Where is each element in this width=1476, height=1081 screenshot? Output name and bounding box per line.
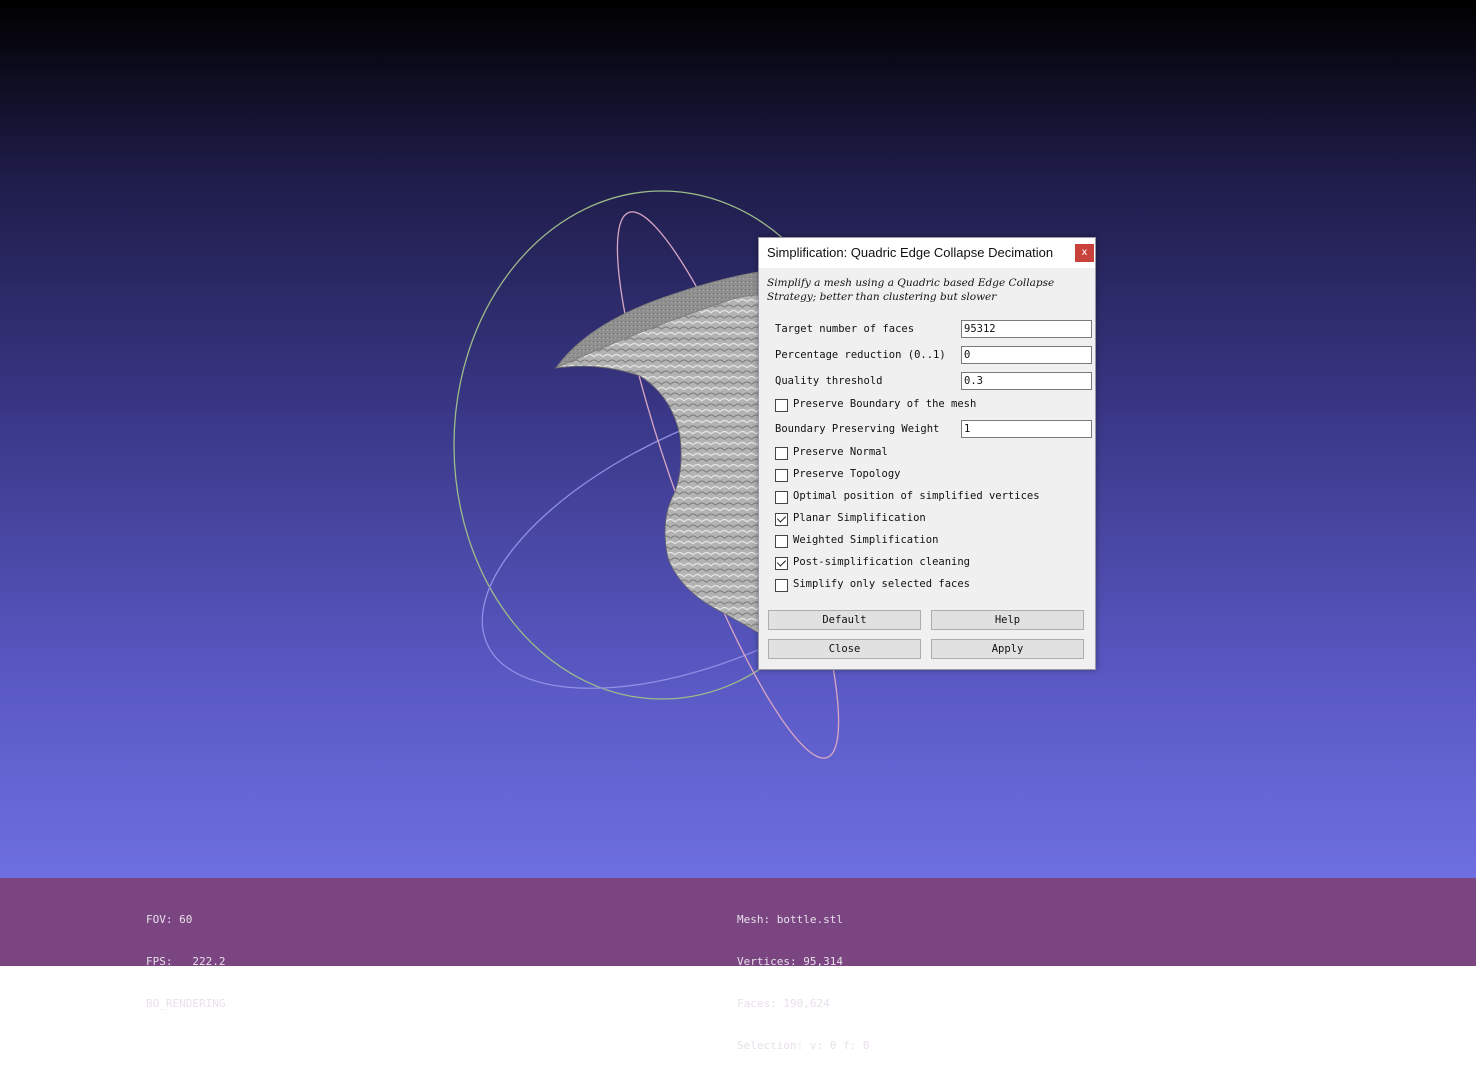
simplification-dialog: Simplification: Quadric Edge Collapse De… bbox=[758, 237, 1096, 670]
weighted-label: Weighted Simplification bbox=[793, 534, 939, 546]
percentage-label: Percentage reduction (0..1) bbox=[775, 349, 946, 361]
planar-label: Planar Simplification bbox=[793, 512, 926, 524]
description-line-1: Simplify a mesh using a Quadric based Ed… bbox=[767, 277, 1055, 289]
optimal-position-checkbox[interactable] bbox=[775, 491, 788, 504]
preserve-topology-checkbox[interactable] bbox=[775, 469, 788, 482]
dialog-titlebar[interactable]: Simplification: Quadric Edge Collapse De… bbox=[759, 238, 1095, 268]
weighted-checkbox[interactable] bbox=[775, 535, 788, 548]
close-button[interactable]: Close bbox=[768, 639, 921, 659]
mesh-scene[interactable] bbox=[0, 0, 1476, 966]
preserve-topology-label: Preserve Topology bbox=[793, 468, 901, 480]
fov-text: FOV: 60 bbox=[146, 913, 193, 926]
quality-label: Quality threshold bbox=[775, 375, 883, 387]
faces-text: Faces: 190,624 bbox=[737, 997, 830, 1010]
render-mode-text: BO_RENDERING bbox=[146, 997, 226, 1010]
dialog-title: Simplification: Quadric Edge Collapse De… bbox=[767, 245, 1054, 260]
boundary-weight-input[interactable]: 1 bbox=[961, 420, 1092, 438]
percentage-input[interactable]: 0 bbox=[961, 346, 1092, 364]
preserve-boundary-label: Preserve Boundary of the mesh bbox=[793, 398, 977, 410]
preserve-normal-label: Preserve Normal bbox=[793, 446, 888, 458]
post-cleaning-label: Post-simplification cleaning bbox=[793, 556, 971, 568]
selected-only-label: Simplify only selected faces bbox=[793, 578, 971, 590]
target-faces-label: Target number of faces bbox=[775, 323, 915, 335]
boundary-weight-label: Boundary Preserving Weight bbox=[775, 423, 940, 435]
render-stats: FOV: 60 FPS: 222.2 BO_RENDERING bbox=[146, 885, 225, 1039]
optimal-position-label: Optimal position of simplified vertices bbox=[793, 490, 1040, 502]
preserve-normal-checkbox[interactable] bbox=[775, 447, 788, 460]
preserve-boundary-checkbox[interactable] bbox=[775, 399, 788, 412]
status-infobar: FOV: 60 FPS: 222.2 BO_RENDERING Mesh: bo… bbox=[0, 878, 1476, 1052]
selection-text: Selection: v: 0 f: 0 bbox=[737, 1039, 870, 1052]
mesh-stats: Mesh: bottle.stl Vertices: 95,314 Faces:… bbox=[737, 885, 869, 1081]
3d-viewport[interactable] bbox=[0, 0, 1476, 966]
default-button[interactable]: Default bbox=[768, 610, 921, 630]
apply-button[interactable]: Apply bbox=[931, 639, 1084, 659]
selected-only-checkbox[interactable] bbox=[775, 579, 788, 592]
target-faces-input[interactable]: 95312 bbox=[961, 320, 1092, 338]
mesh-name-text: Mesh: bottle.stl bbox=[737, 913, 843, 926]
vertices-text: Vertices: 95,314 bbox=[737, 955, 843, 968]
dialog-description: Simplify a mesh using a Quadric based Ed… bbox=[767, 276, 1087, 304]
help-button[interactable]: Help bbox=[931, 610, 1084, 630]
quality-input[interactable]: 0.3 bbox=[961, 372, 1092, 390]
post-cleaning-checkbox[interactable] bbox=[775, 557, 788, 570]
dialog-close-icon[interactable]: x bbox=[1075, 244, 1094, 262]
description-line-2: Strategy; better than clustering but slo… bbox=[767, 291, 997, 303]
planar-checkbox[interactable] bbox=[775, 513, 788, 526]
fps-text: FPS: 222.2 bbox=[146, 955, 226, 968]
